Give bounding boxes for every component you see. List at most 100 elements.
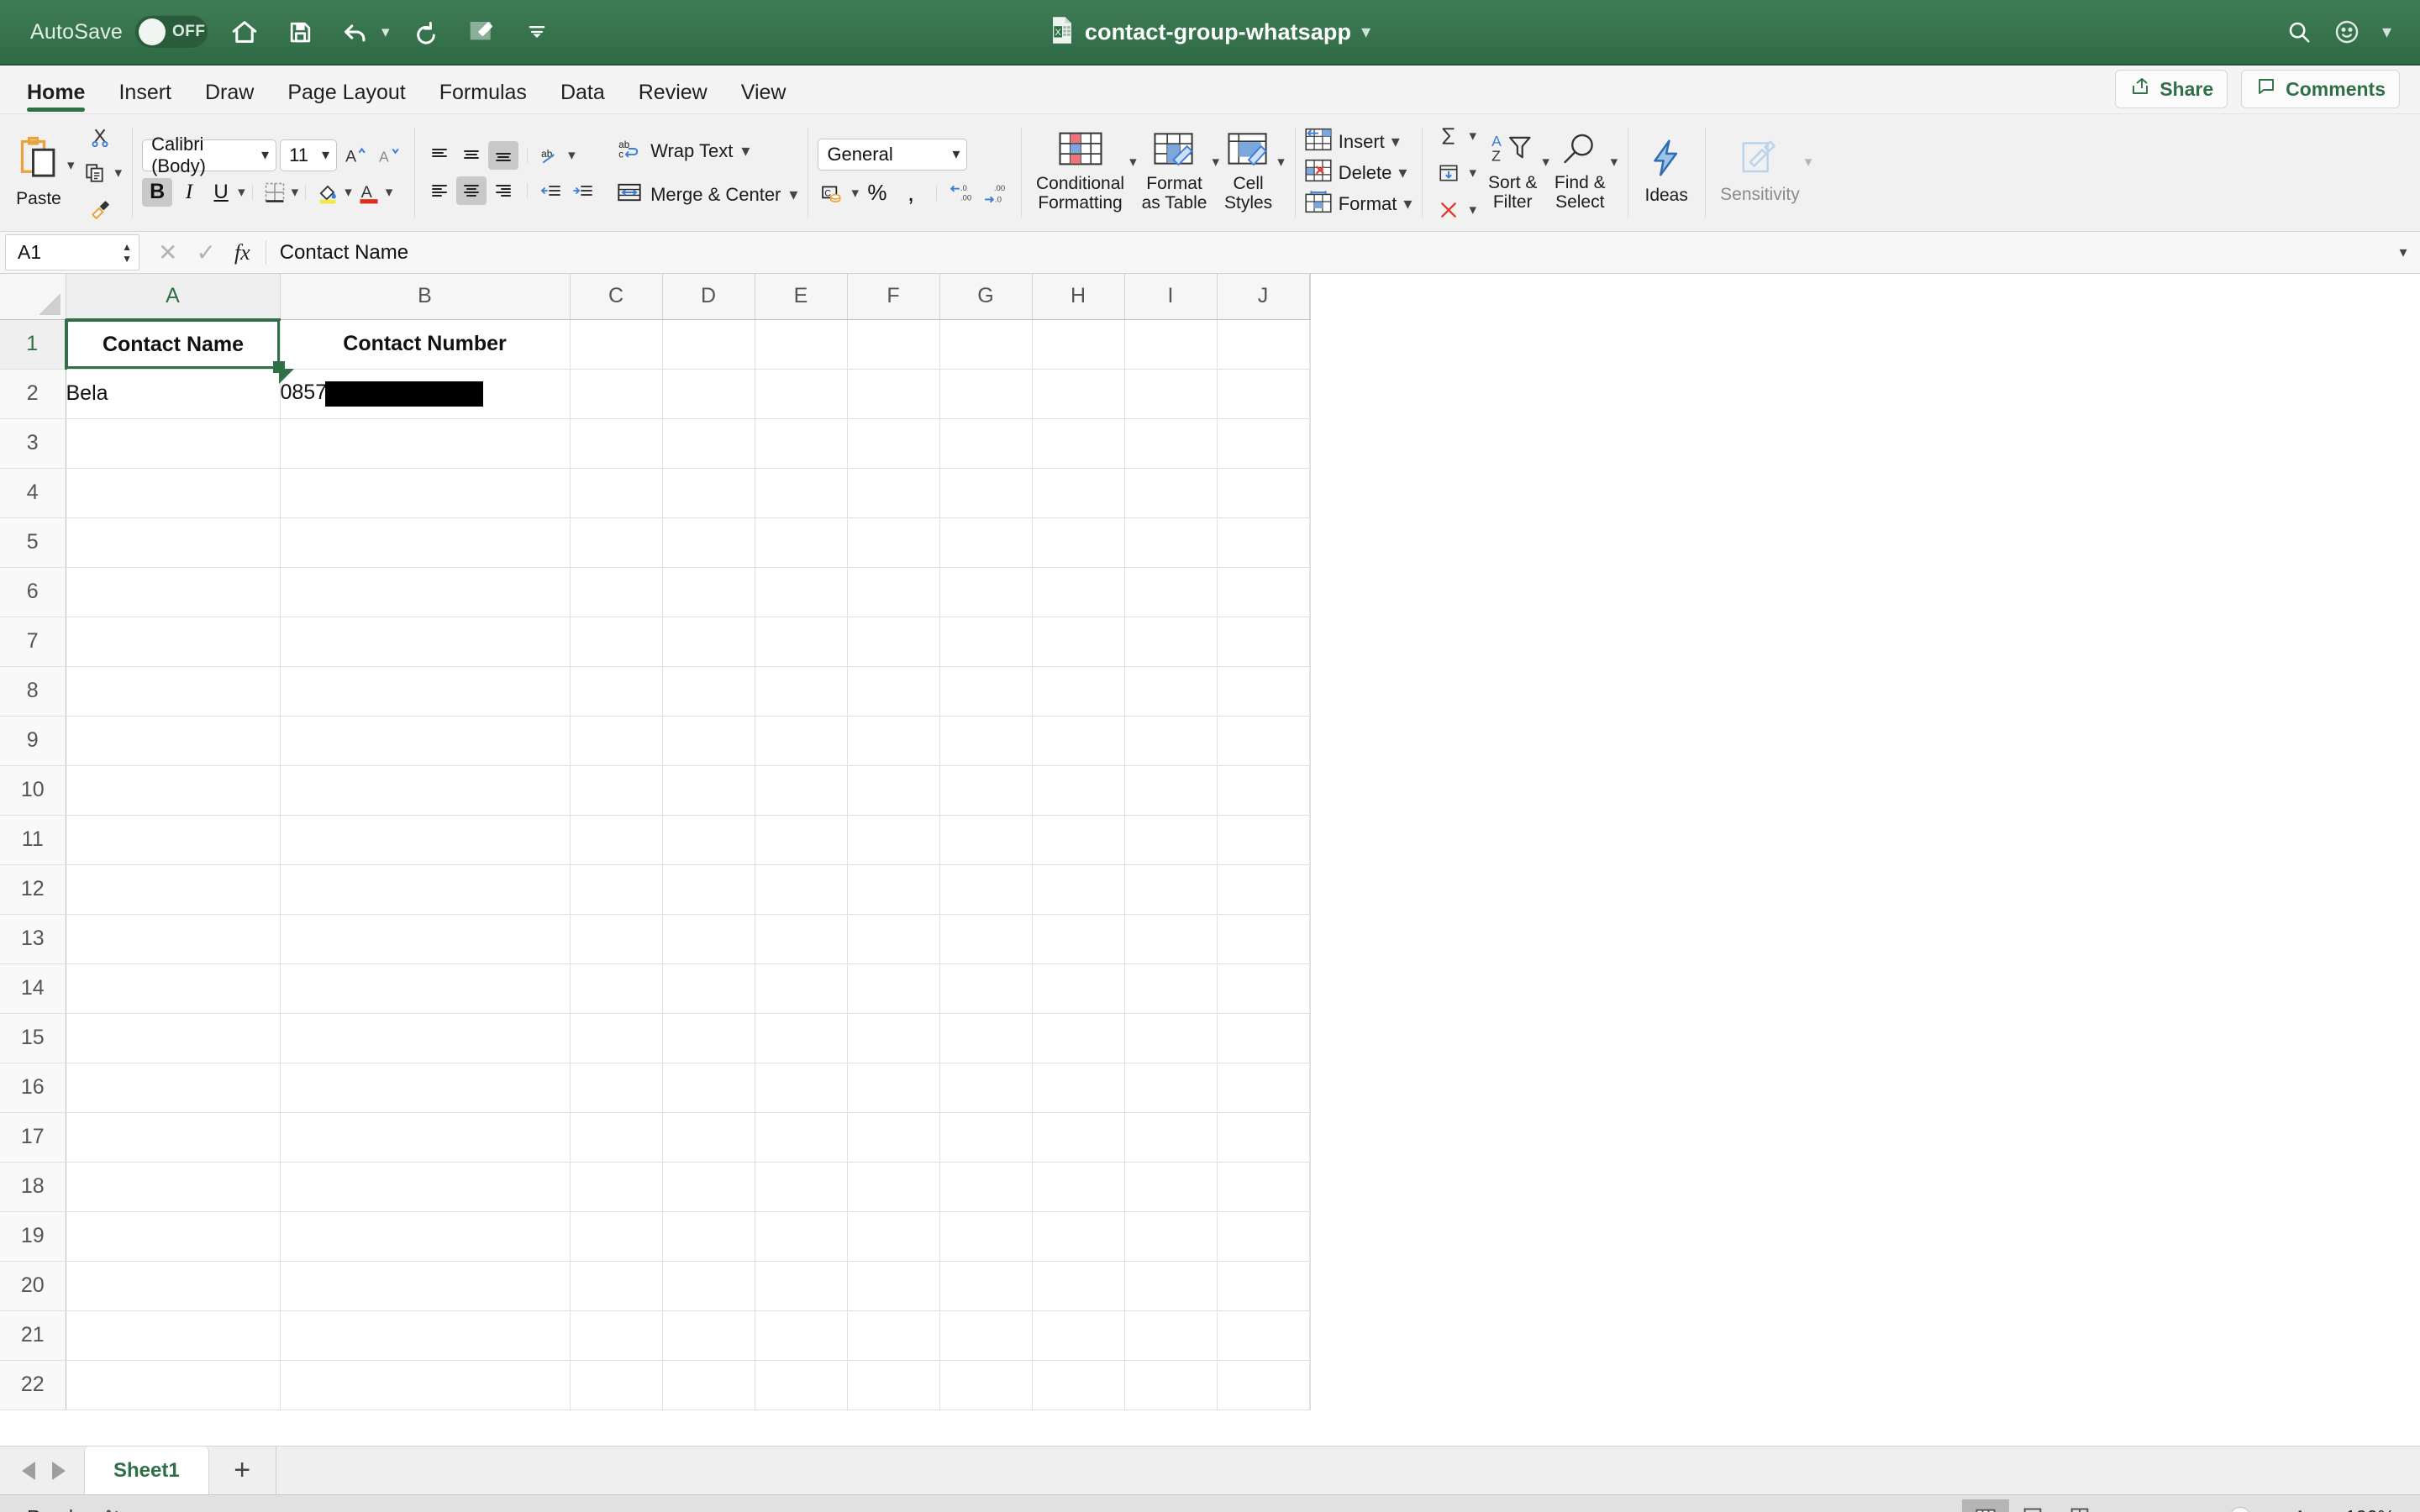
tab-data[interactable]: Data <box>544 81 622 113</box>
bold-button[interactable]: B <box>142 177 173 207</box>
new-comment-icon[interactable] <box>462 13 501 51</box>
merge-center-chevron-down-icon[interactable]: ▾ <box>789 186 797 203</box>
increase-indent-button[interactable] <box>568 176 598 205</box>
page-layout-icon[interactable] <box>2009 1499 2056 1512</box>
cell-I19[interactable] <box>1124 1211 1218 1262</box>
row-header-11[interactable]: 11 <box>0 815 66 865</box>
row-header-22[interactable]: 22 <box>0 1360 66 1410</box>
cell-F17[interactable] <box>847 1112 940 1163</box>
format-cells-chevron-down-icon[interactable]: ▾ <box>1403 196 1412 213</box>
decrease-decimal-button[interactable]: .00.0 <box>981 179 1011 207</box>
clear-chevron-down-icon[interactable]: ▾ <box>1469 202 1476 217</box>
cell-E15[interactable] <box>755 1013 848 1063</box>
comments-button[interactable]: Comments <box>2241 70 2400 108</box>
cell-B9[interactable] <box>280 716 571 766</box>
font-size-select[interactable]: 11 ▾ <box>280 139 338 171</box>
cancel-entry-icon[interactable]: ✕ <box>158 239 177 266</box>
cell-H21[interactable] <box>1032 1310 1125 1361</box>
insert-function-icon[interactable]: fx <box>234 240 250 265</box>
cell-F16[interactable] <box>847 1063 940 1113</box>
cell-F10[interactable] <box>847 765 940 816</box>
previous-sheet-icon[interactable] <box>22 1461 35 1480</box>
cell-B21[interactable] <box>280 1310 571 1361</box>
cell-A21[interactable] <box>66 1310 281 1361</box>
cell-I8[interactable] <box>1124 666 1218 717</box>
cell-styles-button[interactable]: Cell Styles <box>1219 132 1277 213</box>
search-icon[interactable] <box>2286 19 2312 45</box>
copy-chevron-down-icon[interactable]: ▾ <box>115 165 123 180</box>
cell-H18[interactable] <box>1032 1162 1125 1212</box>
cell-styles-chevron-down-icon[interactable]: ▾ <box>1277 155 1285 169</box>
cell-E1[interactable] <box>755 319 848 370</box>
cell-H11[interactable] <box>1032 815 1125 865</box>
fill-color-chevron-down-icon[interactable]: ▾ <box>345 185 352 199</box>
font-color-chevron-down-icon[interactable]: ▾ <box>386 185 393 199</box>
cell-B4[interactable] <box>280 468 571 518</box>
cell-J14[interactable] <box>1217 963 1310 1014</box>
paste-chevron-down-icon[interactable]: ▾ <box>67 158 75 172</box>
cell-C5[interactable] <box>570 517 663 568</box>
tab-view[interactable]: View <box>724 81 803 113</box>
cell-A5[interactable] <box>66 517 281 568</box>
row-header-9[interactable]: 9 <box>0 716 66 766</box>
cell-F15[interactable] <box>847 1013 940 1063</box>
cell-B8[interactable] <box>280 666 571 717</box>
cell-E22[interactable] <box>755 1360 848 1410</box>
autosum-chevron-down-icon[interactable]: ▾ <box>1469 129 1476 143</box>
cell-G3[interactable] <box>939 418 1033 469</box>
sort-filter-button[interactable]: A Z Sort & Filter <box>1483 133 1542 213</box>
cell-A3[interactable] <box>66 418 281 469</box>
cell-E12[interactable] <box>755 864 848 915</box>
cell-G10[interactable] <box>939 765 1033 816</box>
cell-C19[interactable] <box>570 1211 663 1262</box>
font-name-select[interactable]: Calibri (Body) ▾ <box>142 134 277 176</box>
cell-A9[interactable] <box>66 716 281 766</box>
cell-J4[interactable] <box>1217 468 1310 518</box>
cell-F11[interactable] <box>847 815 940 865</box>
copy-button[interactable]: ▾ <box>78 157 123 189</box>
cell-G20[interactable] <box>939 1261 1033 1311</box>
cell-D10[interactable] <box>662 765 755 816</box>
cell-I2[interactable] <box>1124 369 1218 419</box>
cell-D5[interactable] <box>662 517 755 568</box>
zoom-in-button[interactable]: + <box>2292 1504 2307 1512</box>
cell-D13[interactable] <box>662 914 755 964</box>
align-middle-button[interactable] <box>456 141 487 170</box>
cell-D8[interactable] <box>662 666 755 717</box>
cell-J7[interactable] <box>1217 617 1310 667</box>
find-select-chevron-down-icon[interactable]: ▾ <box>1611 155 1618 169</box>
accounting-format-button[interactable]: C <box>818 179 848 207</box>
cell-F8[interactable] <box>847 666 940 717</box>
cell-D20[interactable] <box>662 1261 755 1311</box>
cell-B16[interactable] <box>280 1063 571 1113</box>
account-chevron-down-icon[interactable]: ▾ <box>2382 21 2391 43</box>
cell-H3[interactable] <box>1032 418 1125 469</box>
cell-J2[interactable] <box>1217 369 1310 419</box>
sort-filter-chevron-down-icon[interactable]: ▾ <box>1542 155 1549 169</box>
page-break-preview-icon[interactable] <box>2056 1499 2103 1512</box>
cell-I21[interactable] <box>1124 1310 1218 1361</box>
cell-H5[interactable] <box>1032 517 1125 568</box>
fill-color-button[interactable] <box>313 178 343 207</box>
wrap-text-button[interactable]: ab c Wrap Text ▾ <box>617 134 750 168</box>
cell-G19[interactable] <box>939 1211 1033 1262</box>
row-header-2[interactable]: 2 <box>0 369 66 419</box>
cell-F6[interactable] <box>847 567 940 617</box>
column-header-h[interactable]: H <box>1032 274 1125 320</box>
cell-I10[interactable] <box>1124 765 1218 816</box>
cell-J10[interactable] <box>1217 765 1310 816</box>
normal-view-icon[interactable] <box>1961 1499 2009 1512</box>
cell-B3[interactable] <box>280 418 571 469</box>
cell-B20[interactable] <box>280 1261 571 1311</box>
cell-G12[interactable] <box>939 864 1033 915</box>
cell-G16[interactable] <box>939 1063 1033 1113</box>
row-header-5[interactable]: 5 <box>0 517 66 568</box>
row-header-7[interactable]: 7 <box>0 617 66 667</box>
sheet-tab-sheet1[interactable]: Sheet1 <box>84 1446 209 1494</box>
row-header-6[interactable]: 6 <box>0 567 66 617</box>
cell-D12[interactable] <box>662 864 755 915</box>
column-header-e[interactable]: E <box>755 274 848 320</box>
cell-E7[interactable] <box>755 617 848 667</box>
italic-button[interactable]: I <box>174 178 204 207</box>
cell-I22[interactable] <box>1124 1360 1218 1410</box>
